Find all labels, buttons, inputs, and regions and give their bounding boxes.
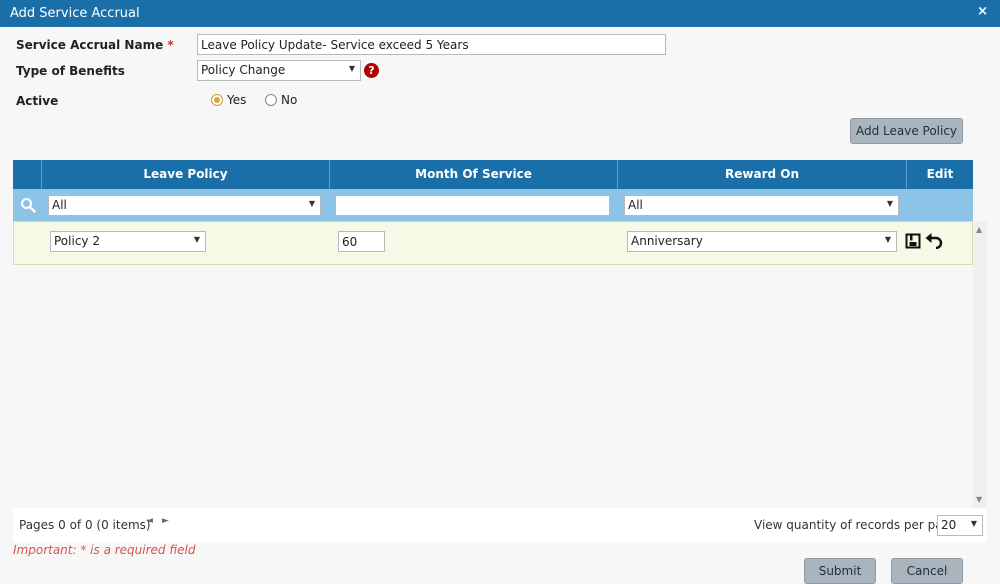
month-of-service-filter-input[interactable] [335,195,610,216]
type-of-benefits-select[interactable]: Policy Change ▼ [197,60,361,81]
service-accrual-name-label: Service Accrual Name * [16,38,174,52]
table-row: Policy 2 ▼ Anniversary ▼ [13,221,973,265]
month-of-service-row-input[interactable] [338,231,385,252]
grid-header: Leave Policy Month Of Service Reward On … [13,160,973,189]
active-no-radio[interactable]: No [265,93,297,107]
chevron-down-icon: ▼ [970,519,977,528]
leave-policy-row-select[interactable]: Policy 2 ▼ [50,231,206,252]
grid-filter-row: All ▼ All ▼ [13,189,973,221]
close-icon[interactable]: × [977,4,988,19]
dialog-title: Add Service Accrual [10,6,140,21]
search-icon [21,198,36,213]
save-icon[interactable] [905,233,921,249]
chevron-down-icon: ▼ [884,235,891,244]
column-header-edit: Edit [906,160,973,189]
chevron-down-icon: ▼ [886,199,893,208]
cancel-button[interactable]: Cancel [891,558,963,584]
dialog-titlebar: Add Service Accrual × [0,0,1000,27]
type-of-benefits-label: Type of Benefits [16,64,125,78]
leave-policy-filter-value: All [52,198,67,212]
radio-unchecked-icon [265,94,277,106]
column-header-reward-on[interactable]: Reward On [617,160,906,189]
records-per-page-select[interactable]: 20 ▼ [937,515,983,536]
active-yes-radio[interactable]: Yes [211,93,246,107]
reward-on-filter-select[interactable]: All ▼ [624,195,899,216]
records-per-page-label: View quantity of records per page [754,518,958,532]
leave-policy-row-value: Policy 2 [54,234,100,248]
column-header-leave-policy[interactable]: Leave Policy [41,160,329,189]
submit-button[interactable]: Submit [804,558,876,584]
reward-on-row-select[interactable]: Anniversary ▼ [627,231,897,252]
active-no-label: No [281,93,298,107]
chevron-down-icon: ▼ [348,64,355,73]
help-icon[interactable]: ? [364,63,379,78]
reward-on-row-value: Anniversary [631,234,703,248]
pager-info: Pages 0 of 0 (0 items) [19,518,151,532]
active-yes-label: Yes [227,93,247,107]
grid-body [13,265,973,508]
scroll-up-icon[interactable]: ▲ [976,225,982,234]
scroll-down-icon[interactable]: ▼ [976,495,982,504]
service-accrual-name-input[interactable] [197,34,666,55]
grid-pager: Pages 0 of 0 (0 items) ◄ ► View quantity… [13,508,987,542]
radio-checked-icon [211,94,223,106]
records-per-page-value: 20 [941,518,957,532]
pager-next-icon[interactable]: ► [162,516,169,526]
undo-icon[interactable] [925,233,943,249]
leave-policy-filter-select[interactable]: All ▼ [48,195,321,216]
chevron-down-icon: ▼ [193,235,200,244]
column-header-month-of-service[interactable]: Month Of Service [329,160,617,189]
active-label: Active [16,94,59,108]
reward-on-filter-value: All [628,198,643,212]
chevron-down-icon: ▼ [308,199,315,208]
pager-prev-icon[interactable]: ◄ [146,516,153,526]
grid-scrollbar[interactable]: ▲ ▼ [973,221,987,508]
add-leave-policy-button[interactable]: Add Leave Policy [850,118,963,144]
row-edit-actions [905,233,943,251]
required-mark: * [167,38,174,52]
type-of-benefits-value: Policy Change [201,63,286,77]
required-field-note: Important: * is a required field [13,543,196,557]
